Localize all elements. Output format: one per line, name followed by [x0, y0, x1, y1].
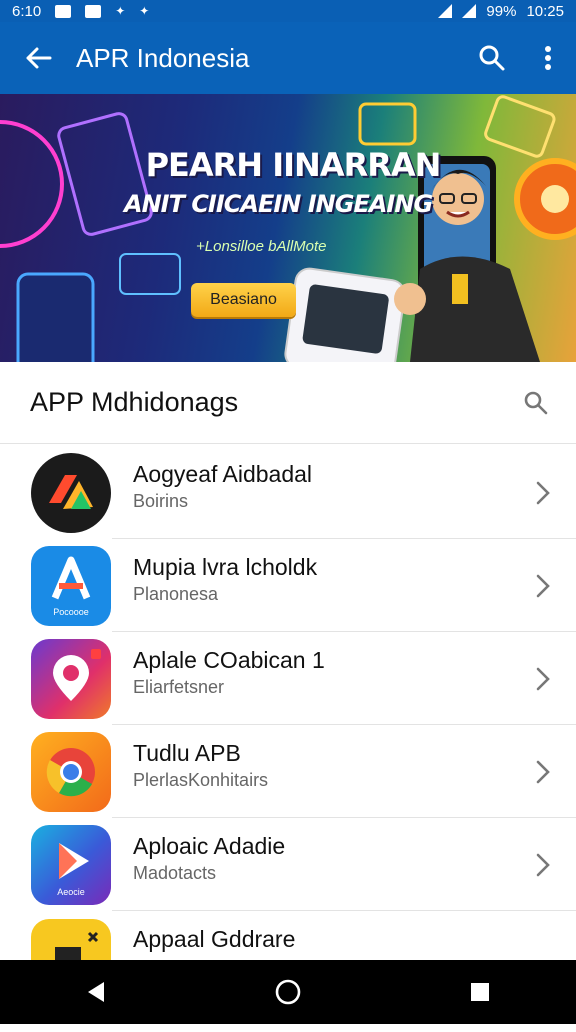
- more-vert-icon: [545, 46, 551, 70]
- list-header: APP Mdhidonags: [0, 362, 576, 444]
- app-subtitle: Boirins: [133, 491, 189, 511]
- search-button[interactable]: [464, 22, 520, 94]
- app-logo-icon: [49, 474, 93, 509]
- system-nav-bar: [0, 960, 576, 1024]
- app-icon-2: Pocoooe: [31, 545, 111, 626]
- square-recents-icon: [471, 983, 489, 1001]
- chevron-right-icon: [536, 632, 550, 725]
- nav-recents-button[interactable]: [440, 960, 520, 1024]
- location-pin-icon: [53, 648, 101, 701]
- app-name: Aploaic Adadie: [133, 833, 286, 859]
- nav-back-button[interactable]: [56, 960, 136, 1024]
- app-name: Tudlu APB: [133, 740, 241, 766]
- app-name: Mupia lvra lcholdk: [133, 554, 318, 580]
- wifi-icon: [438, 4, 453, 18]
- chevron-right-icon: [536, 725, 550, 818]
- banner-subheadline: ANIT CIICAEIN INGEAING: [124, 190, 433, 218]
- app-name: Aplale COabican 1: [133, 647, 325, 673]
- list-item[interactable]: Aeocie Aploaic Adadie Madotacts: [0, 818, 576, 911]
- notification-icon-2: [85, 4, 102, 18]
- list-item[interactable]: Pocoooe Mupia lvra lcholdk Planonesa: [0, 539, 576, 632]
- banner-cta-button[interactable]: Beasiano: [191, 283, 296, 317]
- chevron-right-icon: [536, 539, 550, 632]
- circle-home-icon: [275, 979, 301, 1005]
- app-icon-5: Aeocie: [31, 824, 111, 905]
- app-subtitle: Planonesa: [133, 584, 219, 604]
- chevron-right-icon: [536, 818, 550, 911]
- search-icon: [524, 391, 548, 414]
- app-name: Appaal Gddrare: [133, 926, 296, 952]
- app-icon-4: [31, 731, 111, 812]
- status-clock: 10:25: [526, 2, 564, 20]
- browser-icon: [46, 747, 95, 796]
- list-title: APP Mdhidonags: [30, 387, 239, 417]
- app-icon-3: [31, 638, 111, 719]
- list-item[interactable]: Tudlu APB PlerlasKonhitairs: [0, 725, 576, 818]
- app-bar: APR Indonesia: [0, 22, 576, 94]
- nav-home-button[interactable]: [248, 960, 328, 1024]
- notification-icon-3: ✦: [115, 4, 126, 18]
- notification-icon-4: ✦: [139, 4, 150, 18]
- status-bar: 6:10 ✦ ✦ 99% 10:25: [0, 0, 576, 22]
- list-item[interactable]: Aogyeaf Aidbadal Boirins: [0, 446, 576, 539]
- battery-percent: 99%: [486, 2, 517, 20]
- notification-icon: [55, 4, 72, 18]
- signal-icon: [462, 4, 477, 18]
- list-item[interactable]: Aplale COabican 1 Eliarfetsner: [0, 632, 576, 725]
- chevron-right-icon: [536, 446, 550, 539]
- search-icon: [479, 45, 505, 71]
- banner-headline: PEARH IINARRAN: [145, 146, 442, 184]
- app-icon-1: [31, 452, 111, 533]
- page-title: APR Indonesia: [76, 42, 250, 73]
- list-search-button[interactable]: [496, 390, 576, 416]
- app-logo-icon: Pocoooe: [51, 556, 91, 617]
- app-subtitle: PlerlasKonhitairs: [133, 770, 269, 790]
- back-arrow-icon: [26, 47, 52, 69]
- promo-banner[interactable]: PEARH IINARRAN ANIT CIICAEIN INGEAING +L…: [0, 94, 576, 362]
- play-icon: Aeocie: [57, 842, 89, 897]
- app-subtitle: Eliarfetsner: [133, 677, 225, 697]
- app-icon-caption: Aeocie: [57, 887, 85, 897]
- app-icon-caption: Pocoooe: [53, 607, 89, 617]
- status-time: 6:10: [12, 2, 42, 20]
- app-name: Aogyeaf Aidbadal: [133, 461, 313, 487]
- app-subtitle: Madotacts: [133, 863, 217, 883]
- overflow-menu-button[interactable]: [520, 22, 576, 94]
- triangle-back-icon: [88, 982, 104, 1002]
- banner-tagline: +Lonsilloe bAllMote: [196, 238, 327, 255]
- back-button[interactable]: [0, 22, 76, 94]
- banner-decoration: [0, 95, 576, 362]
